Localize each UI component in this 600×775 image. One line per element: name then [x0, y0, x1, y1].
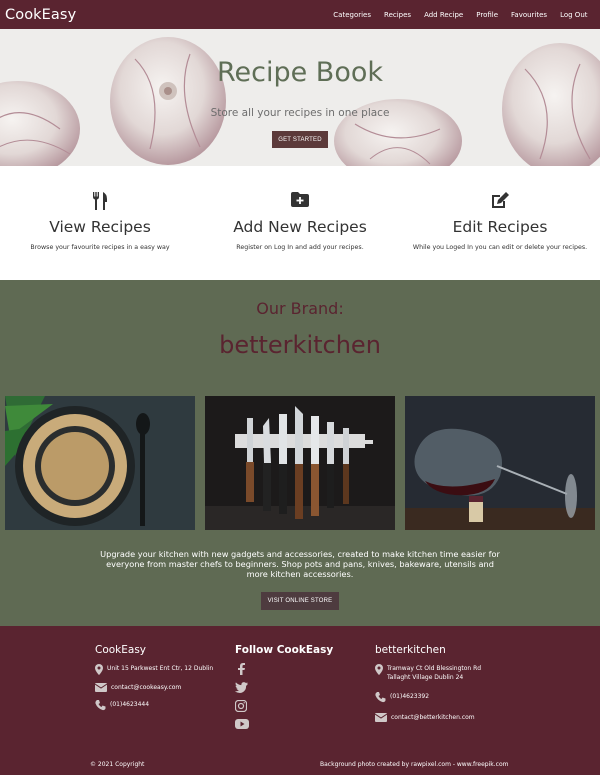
photo-credit[interactable]: Background photo created by rawpixel.com… [320, 761, 508, 768]
knives-photo [205, 396, 395, 530]
hero-title: Recipe Book [216, 57, 384, 88]
nav-link-recipes[interactable]: Recipes [378, 11, 418, 19]
map-marker-icon [375, 664, 383, 675]
footer-email: contact@betterkitchen.com [375, 713, 481, 722]
feature-add-recipes: Add New Recipes Register on Log In and a… [200, 166, 400, 280]
nav-link-add-recipe[interactable]: Add Recipe [418, 11, 470, 19]
feature-title: Edit Recipes [452, 218, 548, 236]
brand-description: Upgrade your kitchen with new gadgets an… [100, 549, 500, 579]
nav-link-categories[interactable]: Categories [327, 11, 378, 19]
brand-section: Our Brand: betterkitchen Upgrade your ki… [0, 280, 600, 626]
footer-email-text[interactable]: contact@betterkitchen.com [391, 713, 475, 722]
features-section: View Recipes Browse your favourite recip… [0, 166, 600, 280]
map-marker-icon [95, 664, 103, 675]
feature-edit-recipes: Edit Recipes While you Loged In you can … [400, 166, 600, 280]
feature-text: Register on Log In and add your recipes. [236, 244, 364, 251]
footer-phone: (01)4623444 [95, 700, 213, 711]
phone-icon [95, 700, 106, 711]
our-brand-heading: Our Brand: [256, 299, 344, 318]
folder-plus-icon [200, 192, 400, 212]
footer-phone-text: (01)4623392 [390, 693, 430, 700]
footer-address: Tramway Ct Old Blessington Rd Tallaght V… [375, 664, 481, 682]
footer-email: contact@cookeasy.com [95, 683, 213, 692]
footer-phone-text: (01)4623444 [110, 701, 150, 708]
nav-link-logout[interactable]: Log Out [554, 11, 594, 19]
feature-text: Browse your favourite recipes in a easy … [30, 244, 170, 251]
feature-view-recipes: View Recipes Browse your favourite recip… [0, 166, 200, 280]
envelope-icon [375, 713, 387, 722]
plates-photo [5, 396, 195, 530]
footer-heading: betterkitchen [375, 644, 446, 656]
footer-col-betterkitchen: betterkitchen Tramway Ct Old Blessington… [375, 644, 481, 722]
footer-address-text: Tramway Ct Old Blessington Rd Tallaght V… [387, 664, 481, 682]
feature-title: View Recipes [49, 218, 151, 236]
facebook-icon[interactable] [235, 663, 247, 675]
envelope-icon [95, 683, 107, 692]
copyright-text: © 2021 Copyright [90, 761, 145, 768]
brand-name: betterkitchen [219, 331, 381, 359]
brand-logo[interactable]: CookEasy [5, 7, 76, 23]
feature-text: While you Loged In you can edit or delet… [412, 244, 588, 251]
footer-heading: Follow CookEasy [235, 644, 334, 656]
phone-icon [375, 692, 386, 703]
footer-email-text[interactable]: contact@cookeasy.com [111, 683, 181, 692]
hero-subtitle: Store all your recipes in one place [210, 107, 390, 119]
navbar: CookEasy Categories Recipes Add Recipe P… [0, 0, 600, 29]
edit-icon [400, 192, 600, 212]
footer-address-text: Unit 15 Parkwest Ent Ctr, 12 Dublin [107, 665, 214, 672]
youtube-icon[interactable] [235, 719, 249, 729]
feature-title: Add New Recipes [233, 218, 367, 236]
footer-col-social: Follow CookEasy [235, 644, 333, 729]
utensils-icon [0, 192, 200, 212]
hero-banner: Recipe Book Store all your recipes in on… [0, 29, 600, 166]
visit-store-button[interactable]: VISIT ONLINE STORE [261, 592, 339, 610]
footer-address-line1: Tramway Ct Old Blessington Rd [387, 665, 482, 672]
twitter-icon[interactable] [235, 682, 248, 693]
footer-address-line2: Tallaght Village Dublin 24 [387, 674, 464, 681]
footer-heading: CookEasy [95, 644, 147, 656]
footer: CookEasy Unit 15 Parkwest Ent Ctr, 12 Du… [0, 626, 600, 775]
footer-phone: (01)4623392 [375, 692, 481, 703]
get-started-button[interactable]: GET STARTED [272, 131, 328, 148]
footer-col-cookeasy: CookEasy Unit 15 Parkwest Ent Ctr, 12 Du… [95, 644, 213, 711]
footer-address: Unit 15 Parkwest Ent Ctr, 12 Dublin [95, 664, 213, 675]
nav-links: Categories Recipes Add Recipe Profile Fa… [327, 11, 594, 19]
wine-glass-photo [405, 396, 595, 530]
instagram-icon[interactable] [235, 700, 247, 712]
nav-link-profile[interactable]: Profile [470, 11, 505, 19]
nav-link-favourites[interactable]: Favourites [505, 11, 554, 19]
